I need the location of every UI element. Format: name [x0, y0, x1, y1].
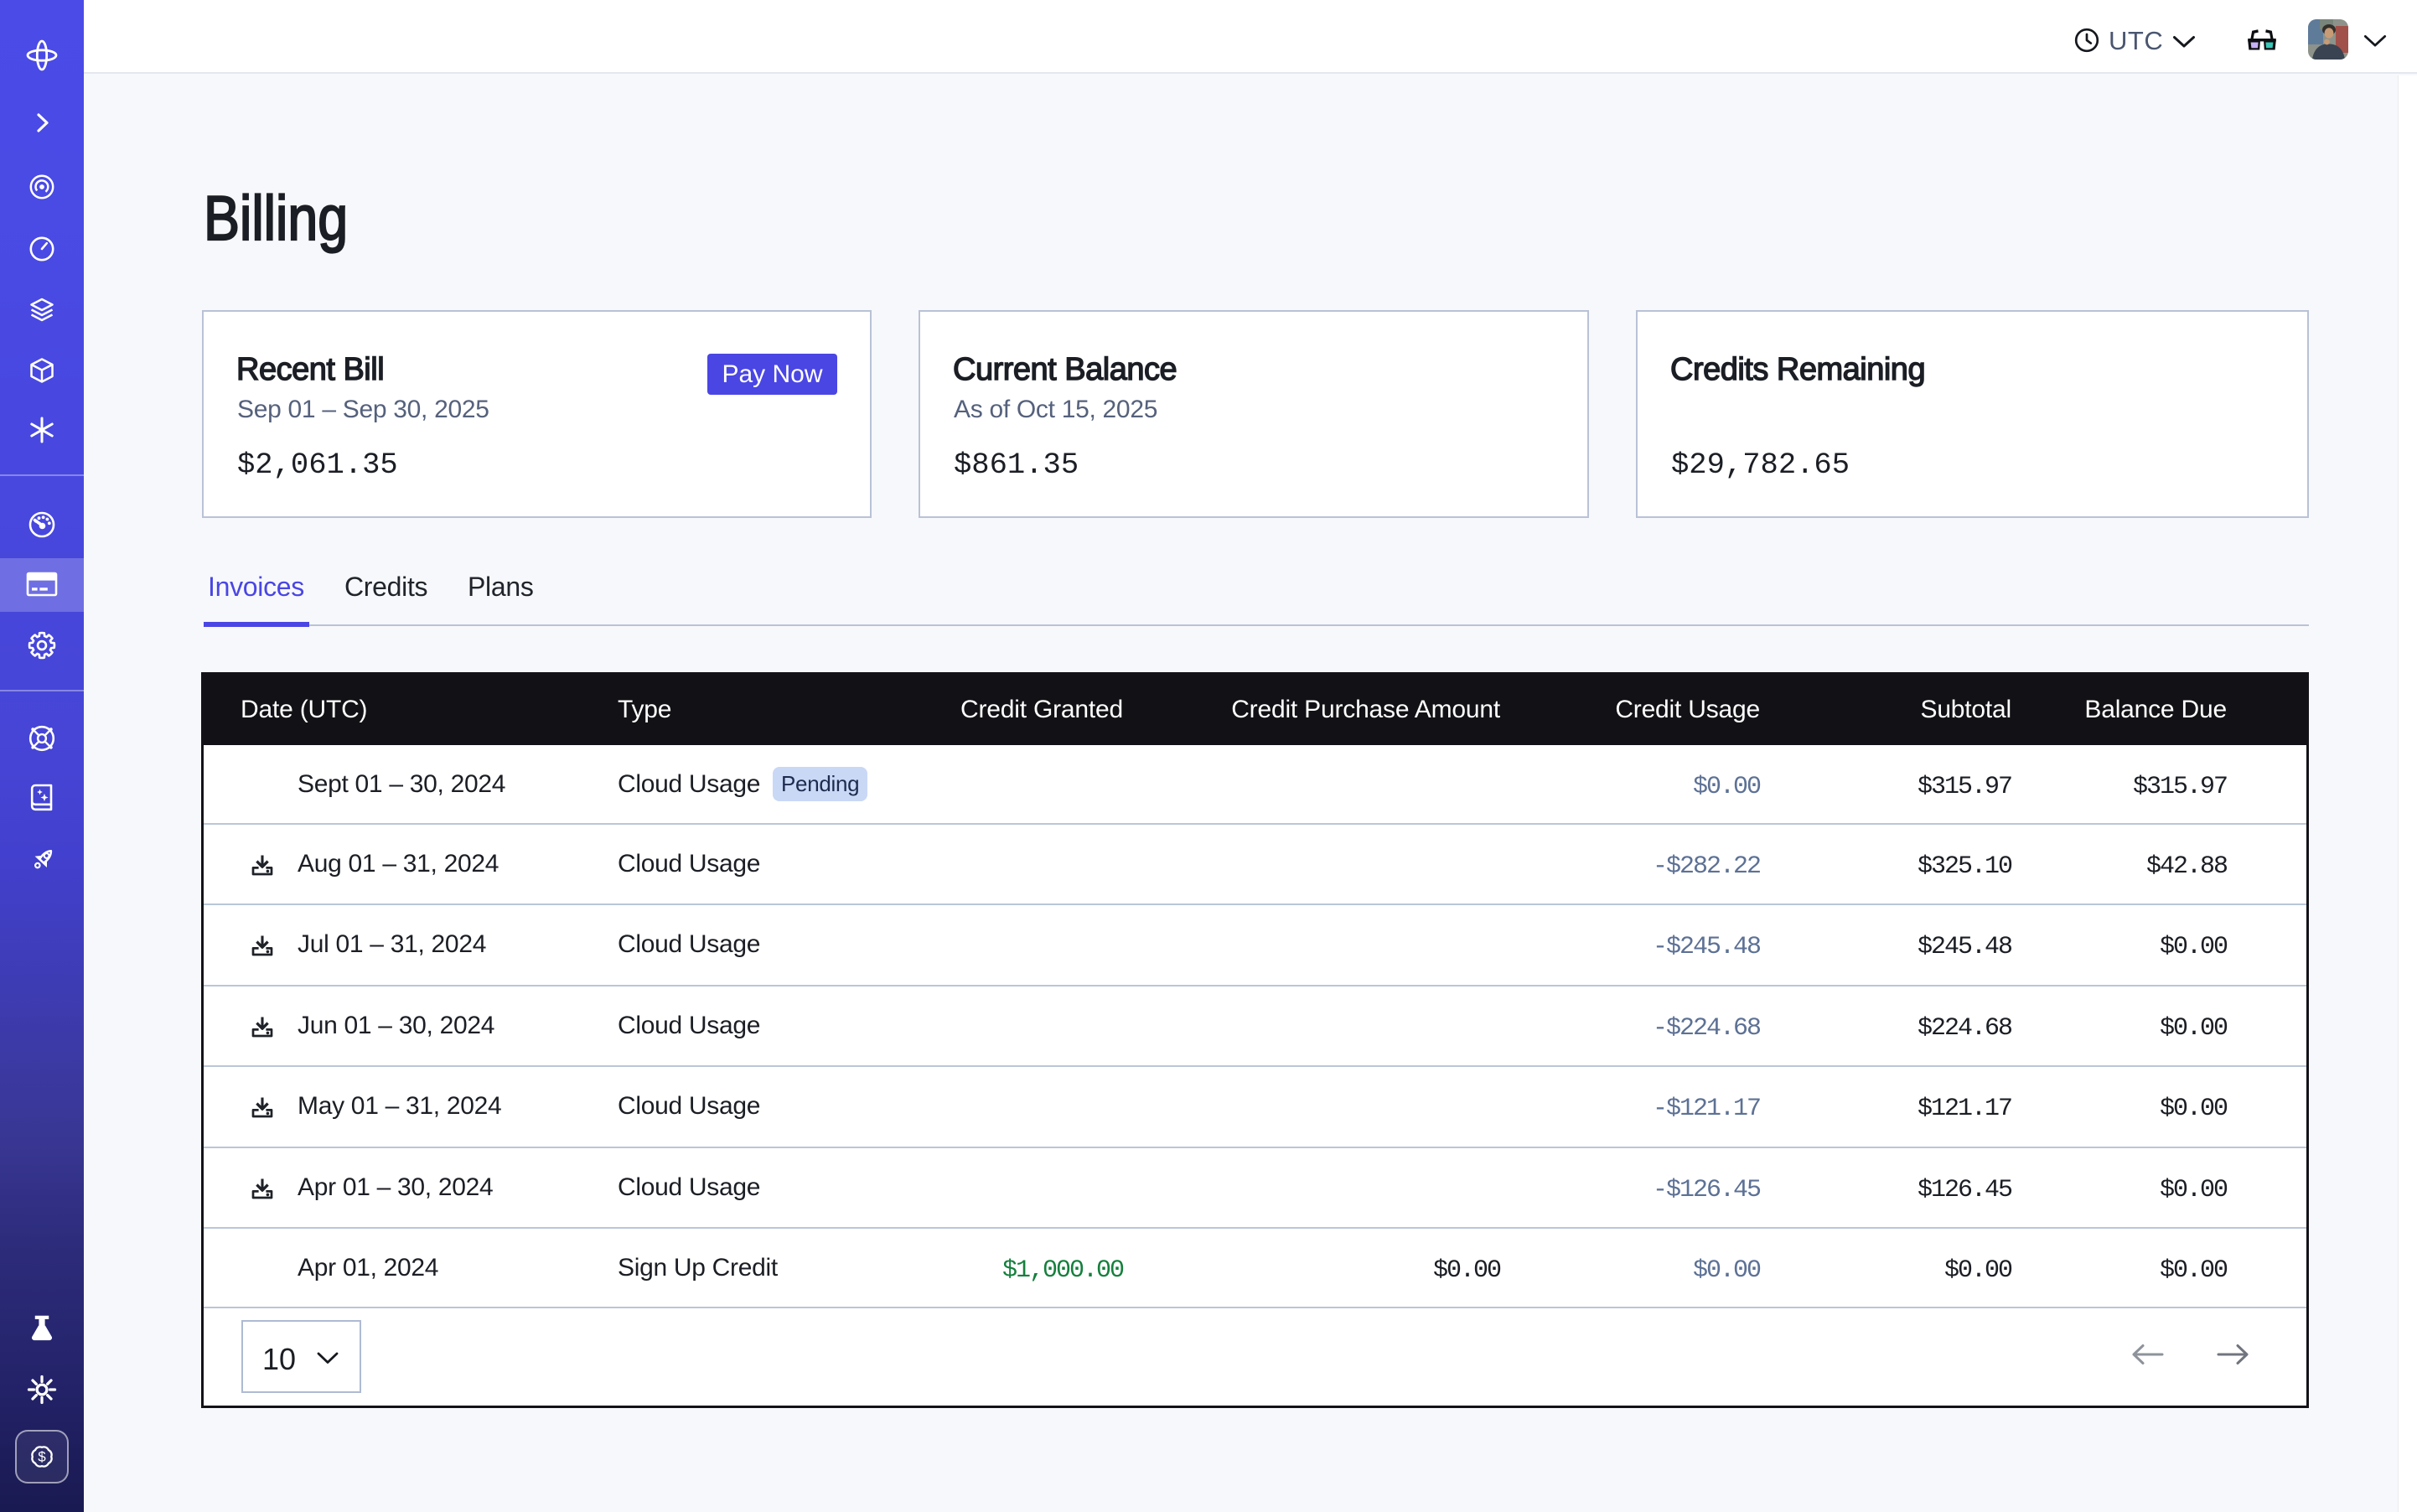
svg-text:$: $ [38, 1449, 46, 1465]
